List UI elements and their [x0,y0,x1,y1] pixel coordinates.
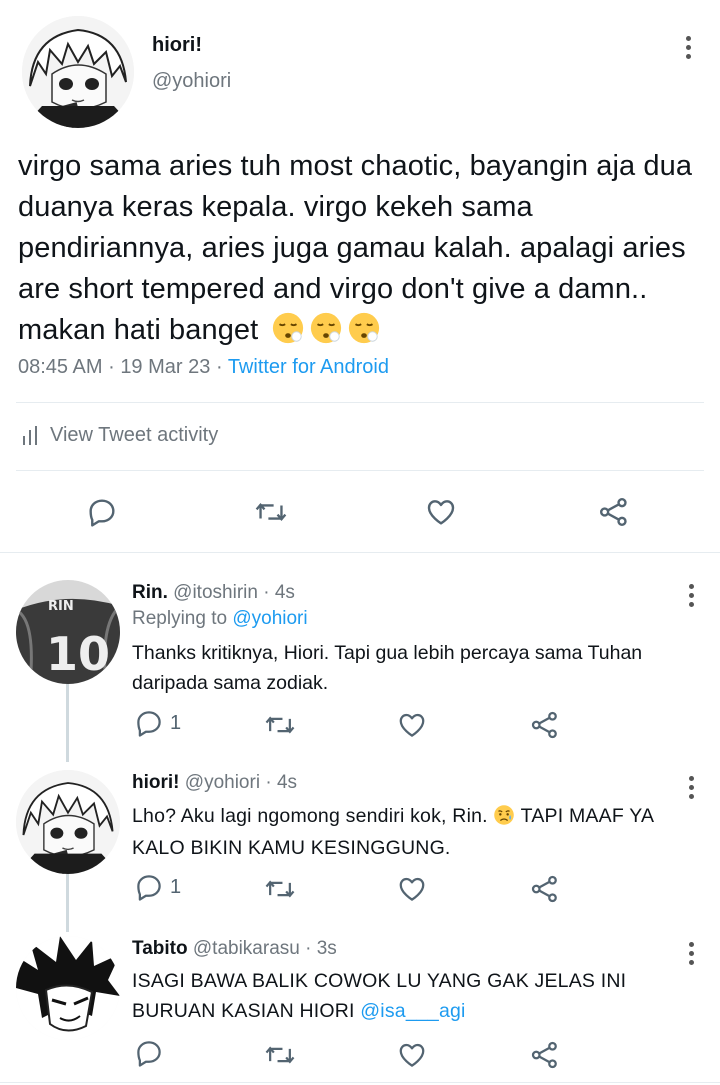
more-options-icon[interactable] [683,36,693,59]
reply-text: Lho? Aku lagi ngomong sendiri kok, Rin. … [132,800,708,864]
reply-icon[interactable] [86,496,118,528]
tweet-time: 08:45 AM [18,356,103,378]
meta-separator: · [108,356,115,378]
bottom-divider [0,1082,720,1083]
divider [16,470,704,471]
reply-header: Tabito @tabikarasu · 3s [132,938,337,959]
thread-line [66,684,69,762]
divider [16,402,704,403]
reply-count: 1 [170,875,182,898]
avatar-hiori[interactable] [22,16,134,128]
reply-button[interactable]: 1 [134,708,181,738]
more-options-icon[interactable] [686,776,696,799]
reply-display-name[interactable]: Rin. [132,582,168,603]
reply-age: 3s [316,938,337,959]
share-icon[interactable] [530,710,560,740]
reply-icon[interactable] [134,1038,164,1068]
reply-mention[interactable]: @isa___agi [360,1000,465,1022]
tweet-text: virgo sama aries tuh most chaotic, bayan… [18,146,700,351]
reply-text: ISAGI BAWA BALIK COWOK LU YANG GAK JELAS… [132,966,708,1026]
replying-to-label: Replying to [132,608,228,629]
avatar-rin[interactable]: RIN 10 [16,580,120,684]
more-options-icon[interactable] [686,942,696,965]
svg-text:10: 10 [46,627,110,681]
tweet-meta: 08:45 AM · 19 Mar 23 · Twitter for Andro… [18,356,389,379]
retweet-icon[interactable] [264,1040,296,1070]
share-icon[interactable] [530,874,560,904]
retweet-icon[interactable] [264,874,296,904]
reply-body: Lho? Aku lagi ngomong sendiri kok, Rin. [132,805,488,827]
view-activity-label: View Tweet activity [50,424,219,446]
activity-bars-icon [22,425,40,446]
meta-separator: · [215,356,223,378]
svg-text:RIN: RIN [48,599,74,614]
reply-icon [134,708,164,738]
view-activity-button[interactable]: View Tweet activity [22,424,218,447]
reply-button[interactable]: 1 [134,872,181,902]
reply-handle[interactable]: @tabikarasu [193,938,300,959]
like-icon[interactable] [396,874,428,904]
more-options-icon[interactable] [686,584,696,607]
replying-to: Replying to @yohiori [132,608,308,630]
sad-relieved-emoji-icon [493,805,520,827]
reply-header: Rin. @itoshirin · 4s [132,582,295,603]
tweet-source-link[interactable]: Twitter for Android [228,356,389,378]
reply-handle[interactable]: @yohiori [185,772,260,793]
author-display-name[interactable]: hiori! [152,34,202,57]
reply-icon [134,872,164,902]
avatar-tabito[interactable] [16,936,120,1040]
retweet-icon[interactable] [264,710,296,740]
like-icon[interactable] [396,710,428,740]
reply-handle[interactable]: @itoshirin [173,582,258,603]
share-icon[interactable] [598,496,630,528]
reply-display-name[interactable]: hiori! [132,772,180,793]
reply-count: 1 [170,711,182,734]
share-icon[interactable] [530,1040,560,1070]
author-handle[interactable]: @yohiori [152,70,231,93]
retweet-icon[interactable] [254,496,288,528]
reply-header: hiori! @yohiori · 4s [132,772,298,793]
like-icon[interactable] [396,1040,428,1070]
replying-to-mention[interactable]: @yohiori [232,608,307,629]
reply-text: Thanks kritiknya, Hiori. Tapi gua lebih … [132,642,643,694]
exhale-emoji-icon [267,312,381,346]
avatar-hiori[interactable] [16,770,120,874]
reply-display-name[interactable]: Tabito [132,938,188,959]
reply-age: 4s [274,582,295,603]
reply-age: 4s [276,772,298,793]
section-divider [0,552,720,553]
like-icon[interactable] [424,496,458,528]
tweet-date: 19 Mar 23 [120,356,211,378]
